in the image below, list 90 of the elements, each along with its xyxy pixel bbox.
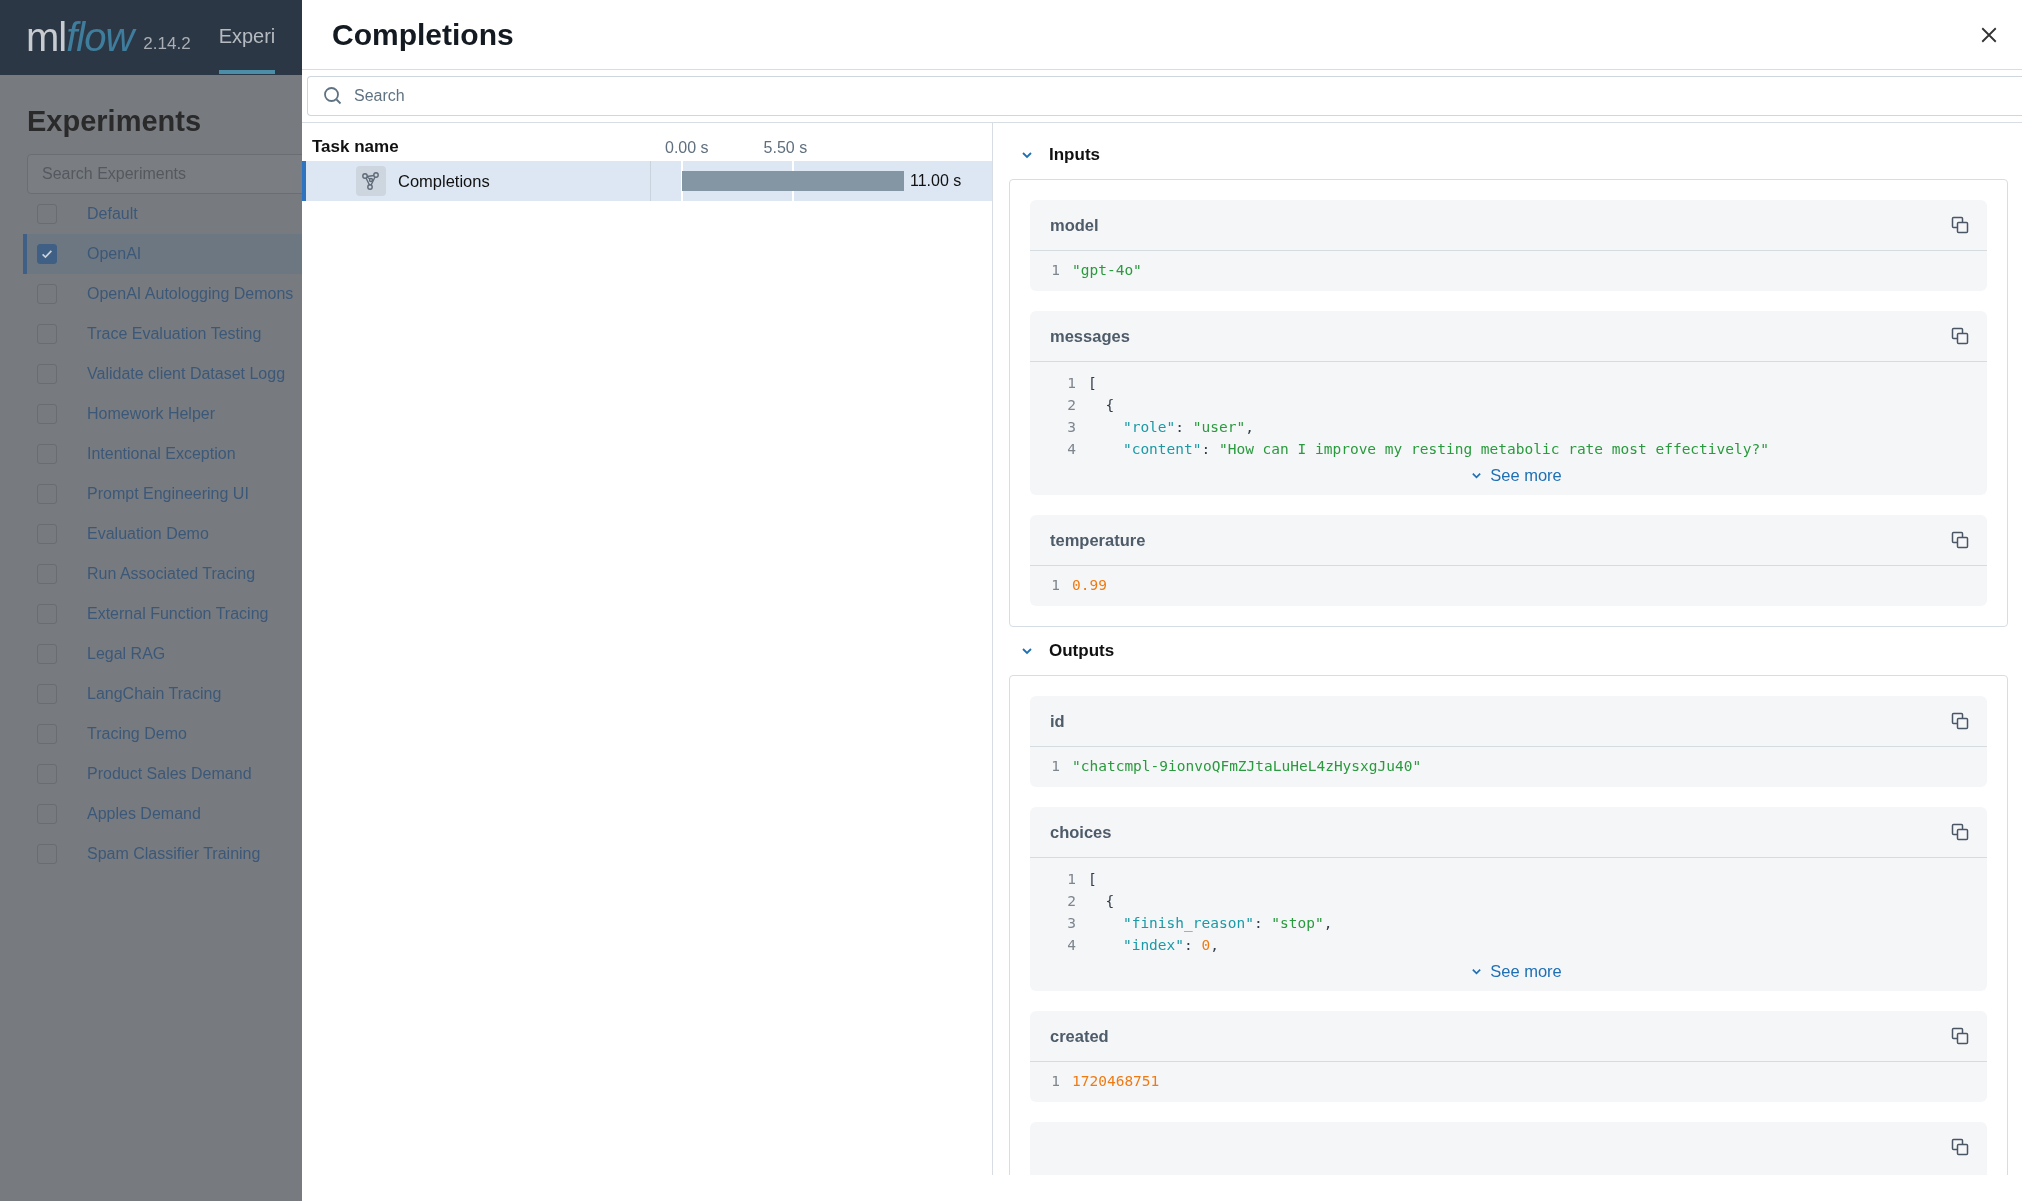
field-name: messages	[1050, 326, 1130, 346]
nav-tab[interactable]: Experi	[218, 1, 276, 74]
experiment-name: External Function Tracing	[87, 605, 269, 623]
code-line: "chatcmpl-9ionvoQFmZJtaLuHeL4zHysxgJu40"	[1072, 757, 1422, 776]
code-line: [	[1088, 374, 1097, 393]
line-number: 1	[1050, 757, 1060, 776]
close-icon[interactable]	[1980, 25, 1998, 44]
experiment-item[interactable]: Intentional Exception	[23, 434, 302, 474]
span-name: Completions	[398, 171, 490, 191]
experiment-item[interactable]: Default	[23, 194, 302, 234]
line-number: 2	[1066, 396, 1076, 415]
experiment-name: Prompt Engineering UI	[87, 485, 249, 503]
experiment-name: Apples Demand	[87, 805, 201, 823]
code-line: {	[1104, 396, 1115, 415]
time-tick-label: 5.50 s	[763, 139, 808, 157]
copy-icon[interactable]	[1951, 216, 1969, 234]
line-number: 3	[1066, 914, 1076, 933]
experiment-name: Product Sales Demand	[87, 765, 252, 783]
chevron-icon	[1021, 645, 1033, 657]
line-number: 1	[1050, 261, 1060, 280]
experiment-name: Evaluation Demo	[87, 525, 209, 543]
code-line: {	[1104, 892, 1115, 911]
copy-icon[interactable]	[1951, 531, 1969, 549]
see-more-link[interactable]: See more	[1471, 466, 1562, 485]
section-toggle[interactable]: Outputs	[1009, 641, 2008, 675]
code-line: "finish_reason": "stop",	[1121, 914, 1333, 934]
field-name: temperature	[1050, 530, 1146, 550]
code-line: "index": 0,	[1121, 936, 1219, 955]
field-name: model	[1050, 215, 1099, 235]
line-number: 1	[1066, 870, 1076, 889]
copy-icon[interactable]	[1951, 823, 1969, 841]
experiment-item[interactable]: Apples Demand	[23, 794, 302, 834]
column-header: Task name	[311, 137, 400, 157]
experiment-name: Run Associated Tracing	[87, 565, 256, 583]
experiment-item[interactable]: Tracing Demo	[23, 714, 302, 754]
experiment-item[interactable]: Spam Classifier Training	[23, 834, 302, 874]
drawer-title: Completions	[332, 17, 514, 52]
duration-label: 11.00 s	[910, 172, 962, 190]
code-line: 0.99	[1072, 576, 1107, 595]
span-row[interactable]: Completions 11.00 s	[302, 161, 992, 201]
copy-icon[interactable]	[1951, 1138, 1969, 1156]
line-number: 4	[1066, 936, 1076, 955]
experiment-item[interactable]: Prompt Engineering UI	[23, 474, 302, 514]
experiment-item[interactable]: External Function Tracing	[23, 594, 302, 634]
code-line: "gpt-4o"	[1072, 261, 1142, 280]
experiment-name: Tracing Demo	[87, 725, 187, 743]
experiment-name: Trace Evaluation Testing	[87, 325, 262, 343]
line-number: 3	[1066, 418, 1076, 437]
experiment-item[interactable]: Validate client Dataset Logg	[23, 354, 302, 394]
experiment-item[interactable]: LangChain Tracing	[23, 674, 302, 714]
line-number: 2	[1066, 892, 1076, 911]
field-name: choices	[1050, 822, 1112, 842]
experiment-item[interactable]: Trace Evaluation Testing	[23, 314, 302, 354]
line-number: 1	[1050, 576, 1060, 595]
field-name: created	[1050, 1026, 1109, 1046]
checkbox[interactable]	[37, 244, 57, 264]
copy-icon[interactable]	[1951, 327, 1969, 345]
experiment-name: Homework Helper	[87, 405, 216, 423]
chevron-icon	[1471, 966, 1483, 977]
code-line: "role": "user",	[1121, 418, 1254, 437]
experiment-item[interactable]: OpenAI Autologging Demons	[23, 274, 302, 314]
time-tick-label: 0.00 s	[665, 139, 709, 157]
experiment-item[interactable]: Product Sales Demand	[23, 754, 302, 794]
experiment-name: Intentional Exception	[87, 445, 236, 463]
experiment-item[interactable]: Evaluation Demo	[23, 514, 302, 554]
nodes-icon	[356, 166, 386, 196]
experiment-item[interactable]: Legal RAG	[23, 634, 302, 674]
line-number: 4	[1066, 440, 1076, 459]
experiment-name: Validate client Dataset Logg	[87, 365, 286, 383]
code-line: 1720468751	[1072, 1072, 1160, 1091]
line-number: 1	[1050, 1072, 1060, 1091]
experiment-name: LangChain Tracing	[87, 685, 222, 703]
code-line: "content": "How can I improve my resting metabolic rate most effectively?"	[1121, 440, 1769, 459]
experiment-item[interactable]: Run Associated Tracing	[23, 554, 302, 594]
version-label: 2.14.2	[143, 33, 191, 54]
copy-icon[interactable]	[1951, 712, 1969, 730]
see-more-link[interactable]: See more	[1471, 962, 1562, 981]
chevron-icon	[1021, 149, 1033, 161]
section-toggle[interactable]: Inputs	[1009, 145, 2008, 179]
chevron-icon	[1471, 470, 1483, 481]
experiment-name: Spam Classifier Training	[87, 845, 261, 863]
experiment-item[interactable]: Homework Helper	[23, 394, 302, 434]
experiment-name: Default	[87, 205, 138, 223]
code-line: [	[1088, 870, 1097, 889]
experiment-name: OpenAI Autologging Demons	[87, 285, 294, 303]
field-name: id	[1050, 711, 1065, 731]
line-number: 1	[1066, 374, 1076, 393]
sidebar-title: Experiments	[27, 105, 203, 138]
experiment-name: Legal RAG	[87, 645, 166, 663]
copy-icon[interactable]	[1951, 1027, 1969, 1045]
